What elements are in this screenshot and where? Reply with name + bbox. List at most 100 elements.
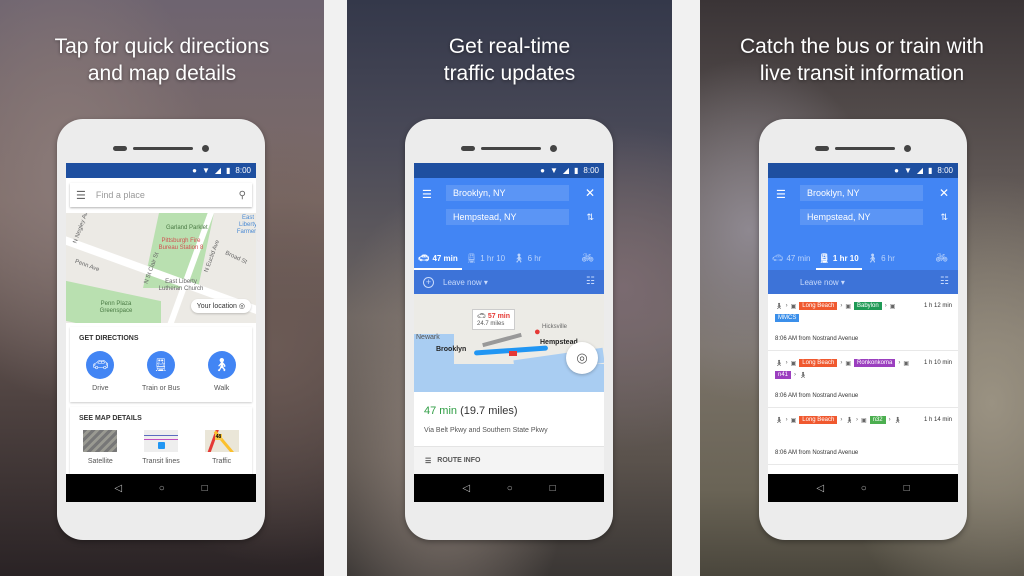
walk-button[interactable]: 🚶︎ Walk xyxy=(194,351,249,392)
recents-icon[interactable]: □ xyxy=(202,483,208,494)
origin-field[interactable]: Brooklyn, NY xyxy=(446,185,569,201)
car-icon: 🚗︎ xyxy=(772,252,784,263)
traffic-layer-button[interactable]: 48 Traffic xyxy=(194,430,249,465)
map-label: Pittsburgh Fire Bureau Station 8 xyxy=(158,238,204,251)
signal-icon: ◢ xyxy=(916,165,924,175)
tab-walk[interactable]: 🚶︎ 6 hr xyxy=(513,253,541,264)
back-icon[interactable]: ◁ xyxy=(462,483,470,494)
tab-drive[interactable]: 🚗︎ 47 min xyxy=(772,253,810,264)
leave-now-bar: + Leave now ▾ ☷ xyxy=(414,270,604,294)
train-icon: 🚆︎ xyxy=(146,351,175,379)
tab-walk[interactable]: 🚶︎ 6 hr xyxy=(867,253,895,264)
route-duration: 1 h 10 min xyxy=(923,360,952,366)
transit-lines-layer-button[interactable]: Transit lines xyxy=(133,430,188,465)
map-label: Broad St xyxy=(224,250,248,266)
route-summary[interactable]: 47 min (19.7 miles) Via Belt Pkwy and So… xyxy=(414,392,604,434)
map-view[interactable]: Garland Parklet Pittsburgh Fire Bureau S… xyxy=(66,213,256,323)
recents-icon[interactable]: □ xyxy=(550,483,556,494)
origin-field[interactable]: Brooklyn, NY xyxy=(800,185,923,201)
map-label: Penn Ave xyxy=(73,258,101,274)
screenshot-panel-transit: Catch the bus or train with live transit… xyxy=(700,0,1024,576)
tab-transit[interactable]: 🚆︎ 1 hr 10 xyxy=(818,253,858,264)
destination-field[interactable]: Hempstead, NY xyxy=(446,209,569,225)
walk-icon: 🚶︎ xyxy=(775,417,783,424)
travel-mode-tabs: 🚗︎ 47 min 🚆︎ 1 hr 10 🚶︎ 6 hr 🚲︎ xyxy=(414,246,604,270)
bus-icon: ▣ xyxy=(860,417,867,424)
transit-route-item[interactable]: 🚶︎ › ▣ Long Beach › 🚶︎ › ▣ n32 › 🚶︎ 1 h 14 min… xyxy=(768,408,958,465)
android-nav-bar: ◁ ○ □ xyxy=(768,474,958,502)
my-location-button[interactable]: ◎ xyxy=(566,342,598,374)
search-box[interactable]: ☰ Find a place ⚲ xyxy=(70,183,252,207)
walk-icon: 🚶︎ xyxy=(513,252,525,263)
train-icon: ▣ xyxy=(790,417,797,424)
status-time: 8:00 xyxy=(583,166,599,175)
swap-icon[interactable]: ⇅ xyxy=(586,212,594,223)
panel-headline: Get real-time traffic updates xyxy=(443,35,576,85)
android-nav-bar: ◁ ○ □ xyxy=(66,474,256,502)
line-badge: Ronkonkoma xyxy=(854,359,896,367)
line-badge: Long Beach xyxy=(799,302,838,310)
alt-route-callout[interactable]: 🚗︎ 57 min 24.7 miles xyxy=(472,309,516,330)
phone-screen: ● ▼ ◢ ▮ 8:00 ☰ Brooklyn, NY ✕ Hempstead,… xyxy=(768,163,958,502)
signal-icon: ◢ xyxy=(214,165,222,175)
home-icon[interactable]: ○ xyxy=(159,483,165,494)
transit-route-item[interactable]: 🚶︎ › ▣ Long Beach › ▣ Ronkonkoma › ▣ n41 › 🚶︎… xyxy=(768,351,958,408)
options-icon[interactable]: ☷ xyxy=(586,276,595,287)
card-title: GET DIRECTIONS xyxy=(79,335,139,342)
add-stop-icon[interactable]: + xyxy=(423,276,434,288)
alt-route-line xyxy=(482,332,522,348)
search-input[interactable]: Find a place xyxy=(96,190,239,200)
highway-badge: 48 xyxy=(214,434,223,440)
back-icon[interactable]: ◁ xyxy=(114,483,122,494)
route-info-button[interactable]: ☰ ROUTE INFO xyxy=(414,446,604,474)
swap-icon[interactable]: ⇅ xyxy=(940,212,948,223)
menu-icon[interactable]: ☰ xyxy=(76,189,86,202)
wifi-icon: ▼ xyxy=(903,165,912,175)
map-label: Penn Plaza Greenspace xyxy=(99,301,133,314)
walk-icon: 🚶︎ xyxy=(775,360,783,367)
tab-drive[interactable]: 🚗︎ 47 min xyxy=(418,253,458,264)
map-label: N Negley Ave xyxy=(72,213,91,245)
recents-icon[interactable]: □ xyxy=(904,483,910,494)
car-icon: 🚗︎ xyxy=(418,252,430,263)
train-or-bus-button[interactable]: 🚆︎ Train or Bus xyxy=(133,351,188,392)
phone-screen: ● ▼ ◢ ▮ 8:00 Garland Parklet Pittsburgh … xyxy=(66,163,256,502)
map-label: East Liberty Lutheran Church xyxy=(158,279,204,292)
leave-now-dropdown[interactable]: Leave now ▾ xyxy=(443,278,488,287)
your-location-button[interactable]: Your location ◎ xyxy=(190,299,251,313)
transit-route-item[interactable]: 🚶︎ › ▣ Long Beach › ▣ Babylon › ▣ MMCS 1 h 1… xyxy=(768,294,958,351)
directions-header: ☰ Brooklyn, NY ✕ Hempstead, NY ⇅ 🚗︎ 47 mi… xyxy=(414,178,604,270)
search-icon[interactable]: ⚲ xyxy=(239,190,246,201)
menu-icon[interactable]: ☰ xyxy=(776,188,786,201)
phone-frame: ● ▼ ◢ ▮ 8:00 ☰ Brooklyn, NY ✕ Hempstead,… xyxy=(405,119,613,540)
location-icon: ● xyxy=(540,165,545,175)
route-map[interactable]: Newark Hicksville 🚗︎ 57 min 24.7 miles B… xyxy=(414,294,604,392)
tab-bike[interactable]: 🚲︎ xyxy=(581,253,594,264)
walk-icon: 🚶︎ xyxy=(845,417,853,424)
satellite-layer-button[interactable]: Satellite xyxy=(73,430,128,465)
route-departure: 8:06 AM from Nostrand Avenue xyxy=(775,336,859,342)
transit-route-list: 🚶︎ › ▣ Long Beach › ▣ Babylon › ▣ MMCS 1 h 1… xyxy=(768,294,958,465)
crosshair-icon: ◎ xyxy=(576,350,588,365)
options-icon[interactable]: ☷ xyxy=(940,276,949,287)
menu-icon[interactable]: ☰ xyxy=(422,188,432,201)
close-icon[interactable]: ✕ xyxy=(585,186,595,200)
line-badge: Babylon xyxy=(854,302,882,310)
phone-speaker xyxy=(113,145,209,152)
status-bar: ● ▼ ◢ ▮ 8:00 xyxy=(414,163,604,178)
destination-field[interactable]: Hempstead, NY xyxy=(800,209,923,225)
get-directions-card: GET DIRECTIONS 🚗︎ Drive 🚆︎ Train or Bus 🚶︎… xyxy=(70,327,252,402)
eta-distance: (19.7 miles) xyxy=(460,405,518,417)
route-duration: 1 h 12 min xyxy=(923,303,952,309)
leave-now-dropdown[interactable]: Leave now ▾ xyxy=(800,278,845,287)
home-icon[interactable]: ○ xyxy=(507,483,513,494)
close-icon[interactable]: ✕ xyxy=(939,186,949,200)
phone-frame: ● ▼ ◢ ▮ 8:00 Garland Parklet Pittsburgh … xyxy=(57,119,265,540)
tab-transit[interactable]: 🚆︎ 1 hr 10 xyxy=(466,253,505,264)
back-icon[interactable]: ◁ xyxy=(816,483,824,494)
travel-mode-tabs: 🚗︎ 47 min 🚆︎ 1 hr 10 🚶︎ 6 hr 🚲︎ xyxy=(768,246,958,270)
home-icon[interactable]: ○ xyxy=(861,483,867,494)
walk-icon: 🚶︎ xyxy=(866,252,879,263)
drive-button[interactable]: 🚗︎ Drive xyxy=(73,351,128,392)
tab-bike[interactable]: 🚲︎ xyxy=(935,253,948,264)
